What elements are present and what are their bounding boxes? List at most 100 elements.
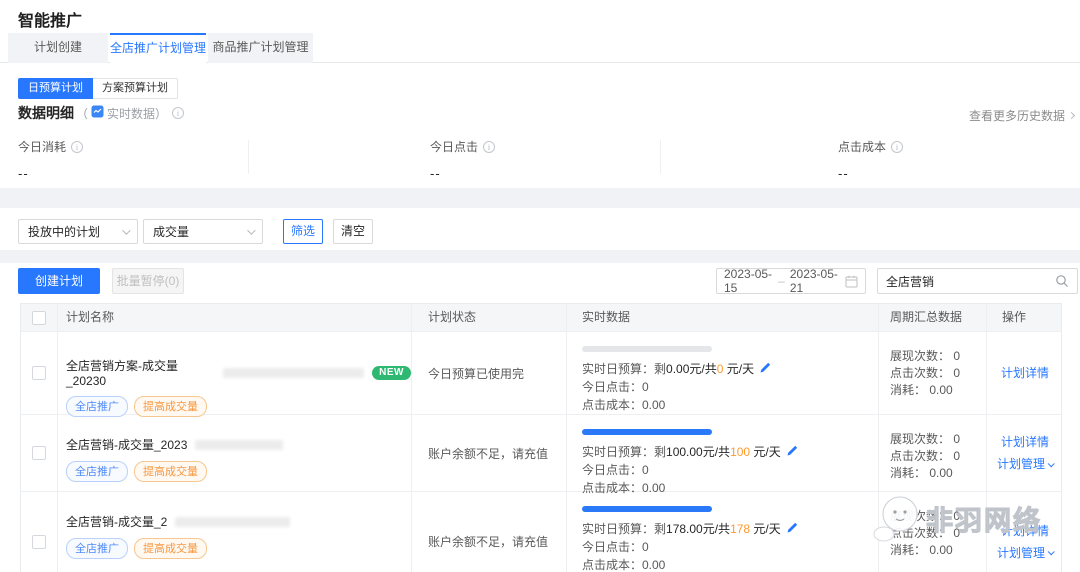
header-cell: 周期汇总数据 (878, 304, 986, 331)
summary-impressions: 展现次数： 0 (890, 431, 986, 448)
header-cell: 实时数据 (566, 304, 878, 331)
plan-manage-link[interactable]: 计划管理 (997, 453, 1053, 475)
date-start: 2023-05-15 (724, 267, 773, 295)
chevron-down-icon (1048, 460, 1055, 467)
op-label: 计划详情 (1001, 520, 1049, 542)
operations-cell: 计划详情 (986, 332, 1063, 414)
row-checkbox[interactable] (32, 366, 46, 380)
stat-value: -- (430, 166, 495, 181)
stat-today-clicks: 今日点击 -- (430, 138, 495, 181)
data-detail-header: 数据明细 （ 实时数据 ） (18, 103, 184, 123)
budget-unit: 元/天 (750, 522, 781, 536)
plan-detail-link[interactable]: 计划详情 (1001, 431, 1049, 453)
edit-budget-icon[interactable] (786, 445, 798, 457)
divider (660, 140, 661, 174)
budget-remain: 178.00 (666, 522, 703, 536)
filter-button[interactable]: 筛选 (283, 219, 323, 244)
realtime-data-cell: 实时日预算：剩100.00元/共100 元/天 今日点击：0 点击成本：0.00 (566, 415, 878, 491)
chevron-down-icon (1048, 548, 1055, 555)
plan-status: 账户余额不足，请充值 (411, 415, 566, 491)
edit-budget-icon[interactable] (759, 362, 771, 374)
stat-value: -- (838, 166, 903, 181)
plan-status-select[interactable]: 投放中的计划 (18, 219, 138, 244)
info-icon (891, 141, 903, 153)
plan-status: 今日预算已使用完 (411, 332, 566, 414)
operations-cell: 计划详情 计划管理 (986, 415, 1063, 491)
redacted-text (195, 440, 283, 450)
budget-label: 实时日预算：剩 (582, 362, 666, 376)
summary-impressions: 展现次数： 0 (890, 508, 986, 525)
op-label: 计划详情 (1001, 431, 1049, 453)
summary-clicks: 点击次数： 0 (890, 365, 986, 382)
row-checkbox-cell (21, 415, 57, 491)
summary-cell: 展现次数： 0 点击次数： 0 消耗： 0.00 (878, 492, 986, 572)
plan-name-cell: 全店营销方案-成交量_20230 NEW 全店推广 提高成交量 (57, 332, 411, 414)
stat-click-cost: 点击成本 -- (838, 138, 903, 181)
plan-detail-link[interactable]: 计划详情 (1001, 520, 1049, 542)
plan-name: 全店营销-成交量_2023 (66, 436, 187, 453)
summary-cell: 展现次数： 0 点击次数： 0 消耗： 0.00 (878, 332, 986, 414)
tag-boost-sales: 提高成交量 (134, 461, 207, 482)
clear-button[interactable]: 清空 (333, 219, 373, 244)
paren-close: ） (155, 105, 167, 122)
click-cost: 点击成本：0.00 (582, 396, 878, 414)
realtime-budget-line: 实时日预算：剩100.00元/共100 元/天 (582, 443, 878, 461)
row-checkbox-cell (21, 332, 57, 414)
info-icon (172, 107, 184, 119)
budget-unit: 元/天 (723, 362, 754, 376)
chevron-down-icon (247, 226, 255, 234)
chevron-down-icon (122, 226, 130, 234)
header-cell-checkbox (21, 304, 57, 331)
metric-select[interactable]: 成交量 (143, 219, 263, 244)
search-icon[interactable] (1055, 274, 1069, 288)
row-checkbox-cell (21, 492, 57, 572)
stat-label: 今日点击 (430, 138, 478, 155)
plan-manage-link[interactable]: 计划管理 (997, 542, 1053, 564)
budget-mid: 元/共 (703, 522, 730, 536)
tab-store-promo-management[interactable]: 全店推广计划管理 (110, 33, 206, 63)
operations-cell: 计划详情 计划管理 (986, 492, 1063, 572)
edit-budget-icon[interactable] (786, 522, 798, 534)
create-plan-button[interactable]: 创建计划 (18, 268, 100, 294)
today-clicks: 今日点击：0 (582, 461, 878, 479)
page-title: 智能推广 (18, 7, 82, 31)
tab-product-promo-management[interactable]: 商品推广计划管理 (208, 33, 313, 63)
redacted-text (223, 368, 365, 378)
summary-clicks: 点击次数： 0 (890, 448, 986, 465)
batch-pause-button[interactable]: 批量暂停(0) (112, 268, 184, 294)
table-row: 全店营销-成交量_2 全店推广 提高成交量 账户余额不足，请充值 实时日预算：剩… (21, 491, 1061, 572)
budget-type-toggle: 日预算计划 方案预算计划 (18, 78, 178, 99)
row-checkbox[interactable] (32, 535, 46, 549)
date-separator: – (778, 274, 785, 288)
plans-table: 计划名称 计划状态 实时数据 周期汇总数据 操作 全店营销方案-成交量_2023… (20, 303, 1062, 572)
divider (248, 140, 249, 174)
plan-name: 全店营销-成交量_2 (66, 513, 167, 530)
stat-today-spend: 今日消耗 -- (18, 138, 83, 181)
subtab-plan-budget[interactable]: 方案预算计划 (93, 78, 178, 99)
budget-remain: 100.00 (666, 445, 703, 459)
header-cell: 计划状态 (411, 304, 566, 331)
stat-label: 点击成本 (838, 138, 886, 155)
date-range-picker[interactable]: 2023-05-15 – 2023-05-21 (716, 268, 866, 294)
plan-detail-link[interactable]: 计划详情 (1001, 362, 1049, 384)
date-end: 2023-05-21 (790, 267, 839, 295)
redacted-text (175, 517, 290, 527)
op-label: 计划详情 (1001, 362, 1049, 384)
new-badge: NEW (372, 366, 411, 380)
click-cost: 点击成本：0.00 (582, 556, 878, 572)
tag-store-promo: 全店推广 (66, 538, 128, 559)
realtime-budget-line: 实时日预算：剩0.00元/共0 元/天 (582, 360, 878, 378)
budget-remain: 0.00 (666, 362, 689, 376)
budget-progress-bar (582, 506, 712, 512)
row-checkbox[interactable] (32, 446, 46, 460)
subtab-daily-budget[interactable]: 日预算计划 (18, 78, 93, 99)
select-all-checkbox[interactable] (32, 311, 46, 325)
header-cell: 计划名称 (57, 304, 411, 331)
search-input[interactable] (886, 274, 1055, 288)
history-data-link[interactable]: 查看更多历史数据 (969, 107, 1074, 124)
tab-plan-create[interactable]: 计划创建 (8, 33, 108, 63)
summary-spend: 消耗： 0.00 (890, 382, 986, 399)
chevron-right-icon (1068, 112, 1075, 119)
budget-label: 实时日预算：剩 (582, 522, 666, 536)
plan-name: 全店营销方案-成交量_20230 (66, 357, 215, 388)
